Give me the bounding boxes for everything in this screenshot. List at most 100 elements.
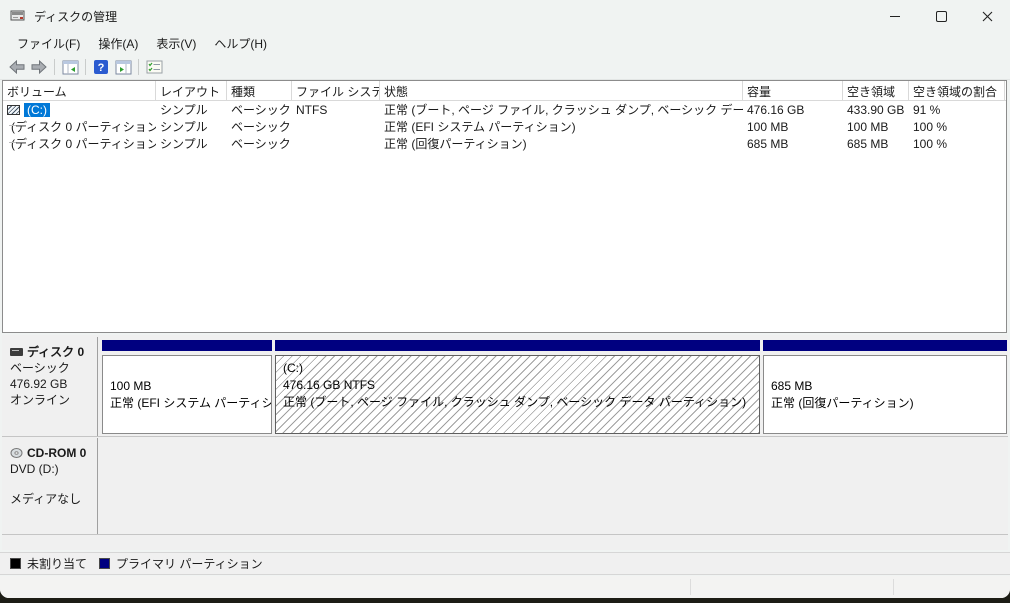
disk-management-window: ディスクの管理 ファイル(F) 操作(A) 表示(V) ヘルプ(H) ? ボリュ… <box>0 0 1010 598</box>
partition-size: 100 MB <box>110 378 152 393</box>
partition-color-bar <box>275 340 760 351</box>
partition-color-bar <box>763 340 1007 351</box>
minimize-icon <box>890 15 900 17</box>
table-row-partition-1[interactable]: (ディスク 0 パーティション 1) シンプル ベーシック 正常 (EFI シス… <box>3 118 1006 135</box>
cell-filesystem: NTFS <box>296 102 328 117</box>
cdrom-0-header-panel[interactable]: CD-ROM 0 DVD (D:) メディアなし <box>2 438 98 534</box>
partition-size: 685 MB <box>771 378 813 393</box>
help-button[interactable]: ? <box>90 57 112 77</box>
legend-primary-partition: プライマリ パーティション <box>99 555 263 572</box>
column-header-percent-free[interactable]: 空き領域の割合 <box>909 81 1005 100</box>
disk-type: ベーシック <box>10 361 70 375</box>
close-button[interactable] <box>964 0 1010 32</box>
volume-name-selected: (C:) <box>24 102 50 117</box>
help-icon: ? <box>94 60 108 74</box>
cell-capacity: 100 MB <box>747 119 789 134</box>
cell-status: 正常 (回復パーティション) <box>384 137 527 151</box>
cell-free-space: 433.90 GB <box>847 102 905 117</box>
svg-text:?: ? <box>98 62 105 74</box>
legend-label: 未割り当て <box>27 557 88 571</box>
action-pane-icon <box>115 60 131 74</box>
table-row-partition-4[interactable]: (ディスク 0 パーティション 4) シンプル ベーシック 正常 (回復パーティ… <box>3 135 1006 152</box>
partition-efi[interactable]: 100 MB 正常 (EFI システム パーティション) <box>102 340 272 434</box>
forward-arrow-icon <box>31 60 47 74</box>
show-action-pane-button[interactable] <box>112 57 134 77</box>
back-button[interactable] <box>6 57 28 77</box>
menu-action[interactable]: 操作(A) <box>89 33 147 54</box>
table-row-c[interactable]: (C:) シンプル ベーシック NTFS 正常 (ブート, ページ ファイル, … <box>3 101 1006 118</box>
column-header-filesystem[interactable]: ファイル システム <box>292 81 380 100</box>
forward-button[interactable] <box>28 57 50 77</box>
cell-capacity: 476.16 GB <box>747 102 805 117</box>
column-header-capacity[interactable]: 容量 <box>743 81 843 100</box>
volume-list-header: ボリューム レイアウト 種類 ファイル システム 状態 容量 空き領域 空き領域… <box>3 81 1006 101</box>
column-header-status[interactable]: 状態 <box>380 81 743 100</box>
cell-status: 正常 (ブート, ページ ファイル, クラッシュ ダンプ, ベーシック データ … <box>384 103 743 117</box>
close-icon <box>982 11 992 21</box>
cell-status: 正常 (EFI システム パーティション) <box>384 120 576 134</box>
disk-size: 476.92 GB <box>10 377 68 391</box>
maximize-button[interactable] <box>918 0 964 32</box>
menu-help[interactable]: ヘルプ(H) <box>205 33 276 54</box>
cell-free-space: 100 MB <box>847 119 889 134</box>
disk-0-header-panel[interactable]: ディスク 0 ベーシック 476.92 GB オンライン <box>2 337 98 436</box>
toolbar-separator <box>54 59 55 75</box>
partition-label: (C:) <box>283 361 303 375</box>
cell-layout: シンプル <box>160 137 208 151</box>
legend-label: プライマリ パーティション <box>116 557 263 571</box>
cdrom-drive: DVD (D:) <box>10 462 59 476</box>
primary-partition-swatch <box>99 558 111 569</box>
statusbar-separator <box>690 579 691 595</box>
cell-type: ベーシック <box>231 103 291 117</box>
back-arrow-icon <box>9 60 25 74</box>
cell-type: ベーシック <box>231 137 291 151</box>
cell-percent-free: 100 % <box>913 136 948 151</box>
graphical-view-pane: ディスク 0 ベーシック 476.92 GB オンライン 100 MB 正常 (… <box>2 335 1008 550</box>
toolbar-separator <box>85 59 86 75</box>
console-tree-icon <box>62 60 78 74</box>
disk-status: オンライン <box>10 393 71 407</box>
cell-layout: シンプル <box>160 120 208 134</box>
column-header-free-space[interactable]: 空き領域 <box>843 81 909 100</box>
title-bar: ディスクの管理 <box>0 0 1010 32</box>
volume-name: (ディスク 0 パーティション 1) <box>11 120 156 134</box>
partition-recovery[interactable]: 685 MB 正常 (回復パーティション) <box>763 340 1007 434</box>
cell-layout: シンプル <box>160 103 208 117</box>
cell-free-space: 685 MB <box>847 136 889 151</box>
app-icon <box>10 9 26 23</box>
menu-file[interactable]: ファイル(F) <box>8 33 89 54</box>
properties-button[interactable] <box>143 57 165 77</box>
legend-bar: 未割り当て プライマリ パーティション <box>0 552 1010 575</box>
toolbar-separator <box>138 59 139 75</box>
partition-size: 476.16 GB NTFS <box>283 378 376 392</box>
cd-icon <box>10 447 23 459</box>
partition-c[interactable]: (C:) 476.16 GB NTFS 正常 (ブート, ページ ファイル, ク… <box>275 340 760 434</box>
partition-status: 正常 (回復パーティション) <box>771 395 914 410</box>
cdrom-status: メディアなし <box>10 492 82 506</box>
cell-percent-free: 100 % <box>913 119 948 134</box>
partition-status: 正常 (ブート, ページ ファイル, クラッシュ ダンプ, ベーシック データ … <box>283 395 747 409</box>
cdrom-0-row: CD-ROM 0 DVD (D:) メディアなし <box>2 438 1008 535</box>
window-title: ディスクの管理 <box>34 9 118 24</box>
menu-bar: ファイル(F) 操作(A) 表示(V) ヘルプ(H) <box>0 32 1010 55</box>
cell-capacity: 685 MB <box>747 136 789 151</box>
partition-status: 正常 (EFI システム パーティション) <box>110 395 271 410</box>
cdrom-name: CD-ROM 0 <box>27 446 87 460</box>
statusbar-separator <box>893 579 894 595</box>
disk-icon <box>10 348 23 356</box>
disk-name: ディスク 0 <box>27 345 85 359</box>
column-header-type[interactable]: 種類 <box>227 81 292 100</box>
minimize-button[interactable] <box>872 0 918 32</box>
legend-unallocated: 未割り当て <box>10 555 87 572</box>
menu-view[interactable]: 表示(V) <box>147 33 205 54</box>
show-console-tree-button[interactable] <box>59 57 81 77</box>
toolbar: ? <box>0 55 1010 80</box>
disk-0-row: ディスク 0 ベーシック 476.92 GB オンライン 100 MB 正常 (… <box>2 337 1008 437</box>
volume-name: (ディスク 0 パーティション 4) <box>11 137 156 151</box>
column-header-layout[interactable]: レイアウト <box>156 81 227 100</box>
cell-percent-free: 91 % <box>913 102 941 117</box>
volume-list-pane: ボリューム レイアウト 種類 ファイル システム 状態 容量 空き領域 空き領域… <box>2 80 1007 333</box>
column-header-volume[interactable]: ボリューム <box>3 81 156 100</box>
properties-checklist-icon <box>146 60 162 74</box>
partition-color-bar <box>102 340 272 351</box>
